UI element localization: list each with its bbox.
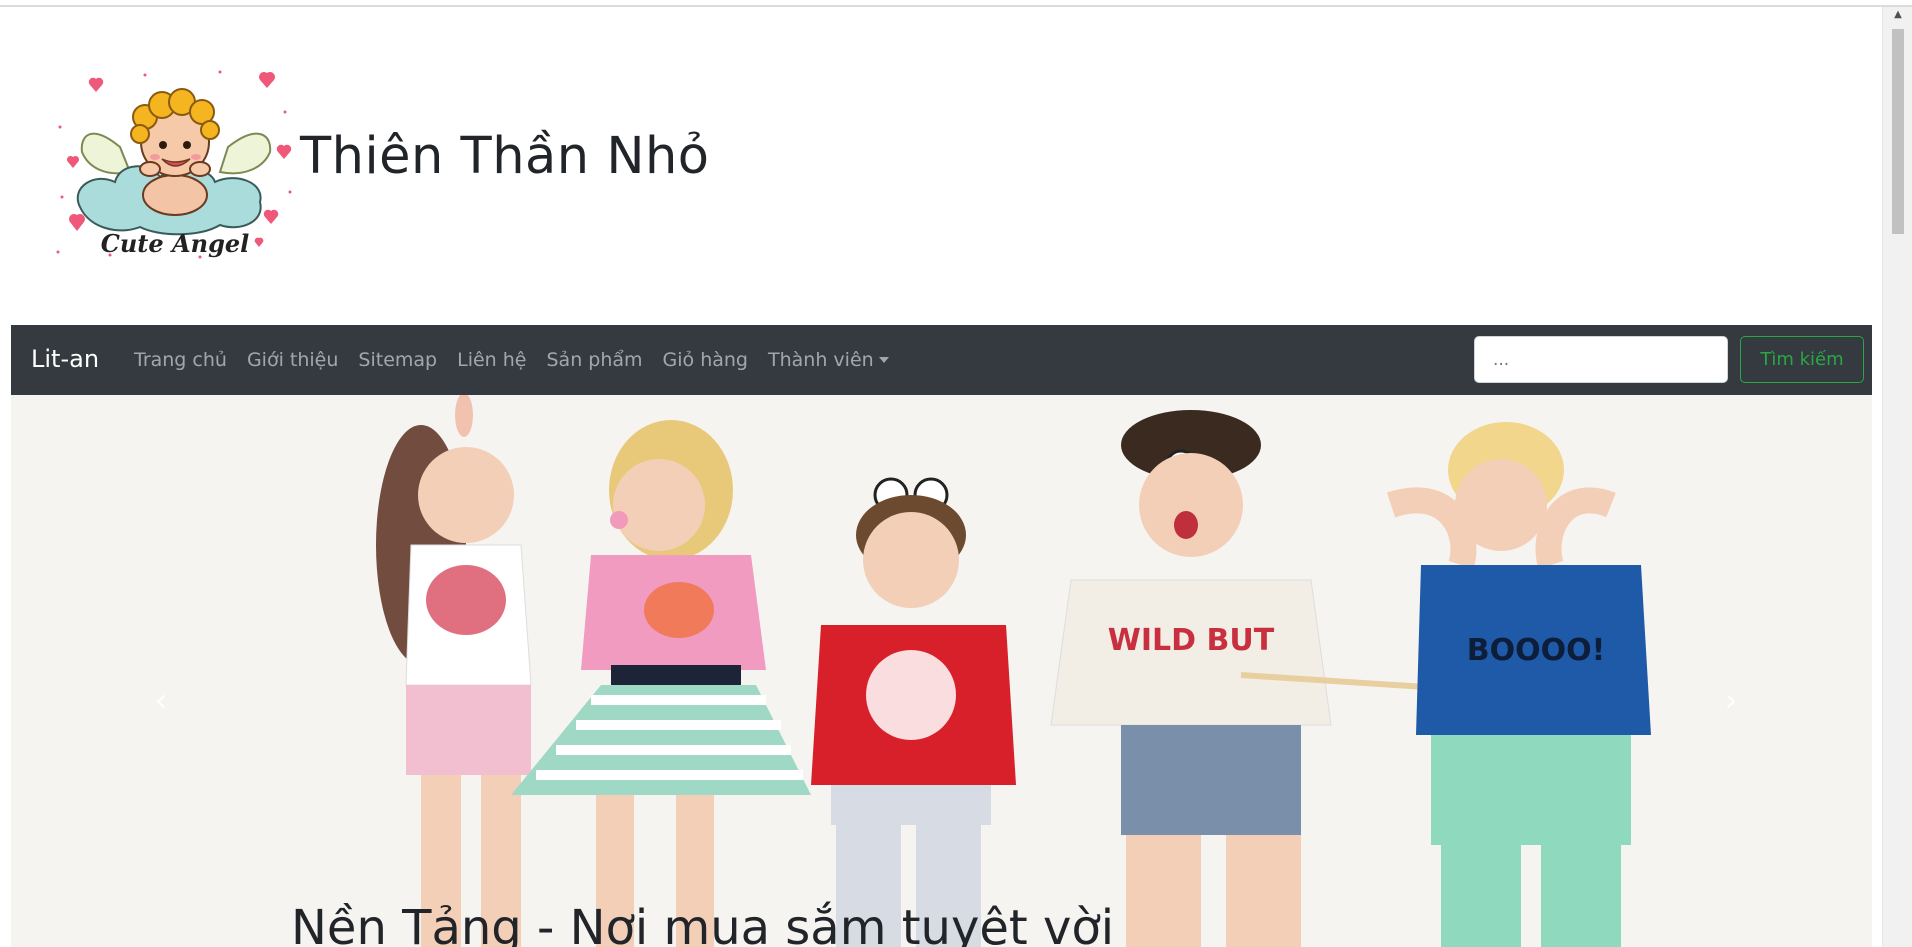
site-title: Thiên Thần Nhỏ xyxy=(300,127,710,186)
hero-carousel: WILD BUT BOOOO! ‹ › Nền Tảng - Nơi mua s… xyxy=(11,395,1872,947)
carousel-prev-control[interactable]: ‹ xyxy=(141,680,181,720)
navbar-brand[interactable]: Lit-an xyxy=(31,345,99,373)
nav-links: Trang chủ Giới thiệu Sitemap Liên hệ Sản… xyxy=(124,325,899,395)
nav-link-products[interactable]: Sản phẩm xyxy=(536,349,652,371)
nav-link-sitemap[interactable]: Sitemap xyxy=(348,349,447,371)
chevron-left-icon: ‹ xyxy=(154,681,168,719)
window-top-border xyxy=(0,0,1912,7)
main-navbar: Lit-an Trang chủ Giới thiệu Sitemap Liên… xyxy=(11,325,1872,395)
nav-link-contact[interactable]: Liên hệ xyxy=(447,349,536,371)
chevron-right-icon: › xyxy=(1724,681,1738,719)
search-button[interactable]: Tìm kiếm xyxy=(1740,336,1864,383)
cute-angel-logo[interactable]: Cute Angel xyxy=(50,67,300,262)
angel-logo-image: Cute Angel xyxy=(56,70,292,259)
page-scrollbar[interactable]: ▲ xyxy=(1882,7,1912,947)
logo-text: Cute Angel xyxy=(101,229,250,258)
nav-link-cart[interactable]: Giỏ hàng xyxy=(653,349,758,371)
carousel-next-control[interactable]: › xyxy=(1711,680,1751,720)
svg-text:WILD BUT: WILD BUT xyxy=(1108,623,1275,658)
scroll-up-icon[interactable]: ▲ xyxy=(1892,9,1904,21)
nav-link-home[interactable]: Trang chủ xyxy=(124,349,237,371)
site-header: Cute Angel Thiên Thần Nhỏ xyxy=(0,7,1882,325)
nav-dropdown-members[interactable]: Thành viên xyxy=(758,349,899,371)
carousel-caption: Nền Tảng - Nơi mua sắm tuyệt vời xyxy=(291,900,1115,947)
search-input[interactable] xyxy=(1474,336,1728,383)
nav-link-about[interactable]: Giới thiệu xyxy=(237,349,348,371)
nav-dropdown-members-label: Thành viên xyxy=(768,349,874,371)
caret-down-icon xyxy=(878,357,889,363)
svg-text:BOOOO!: BOOOO! xyxy=(1467,633,1606,668)
scroll-thumb[interactable] xyxy=(1892,29,1904,234)
carousel-slide-image: WILD BUT BOOOO! xyxy=(11,395,1872,947)
